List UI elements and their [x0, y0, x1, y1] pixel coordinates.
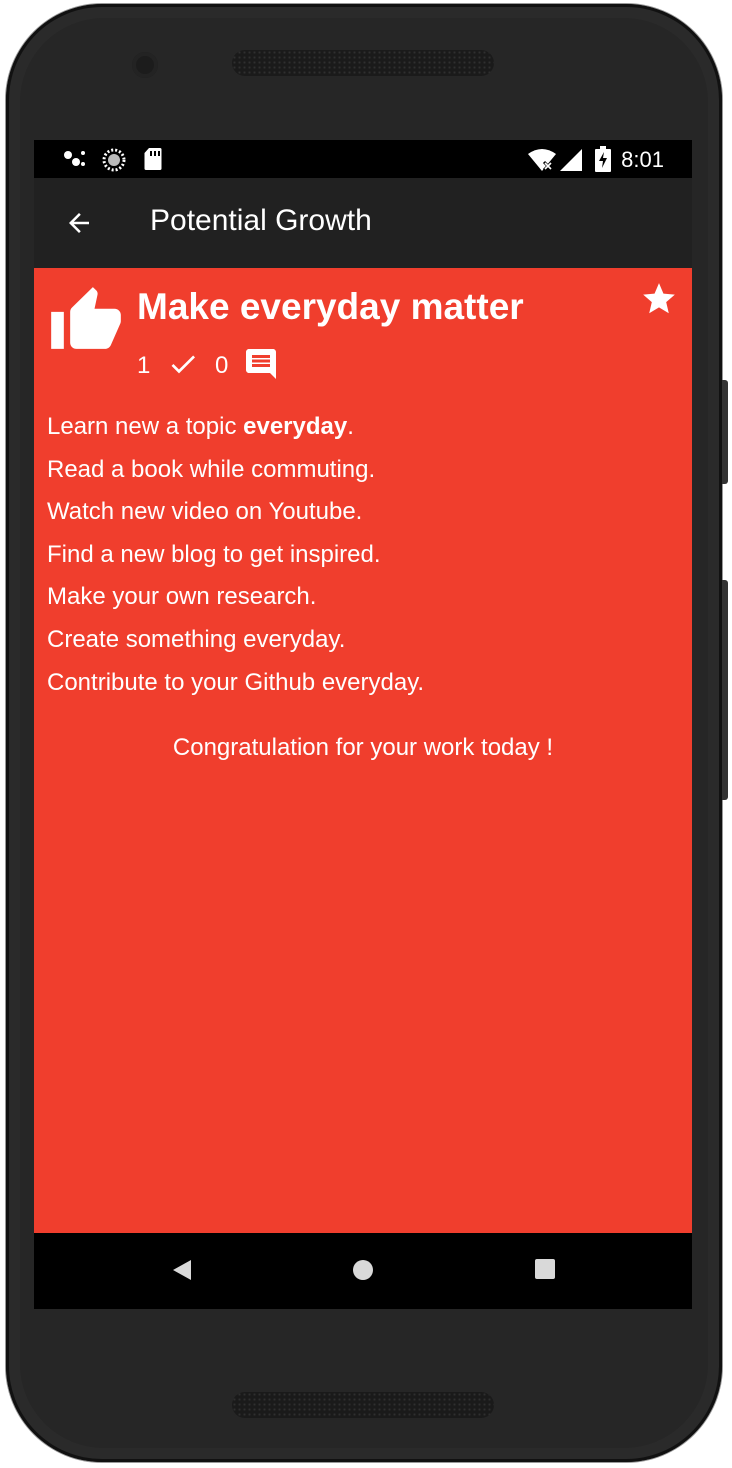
- screen: 8:01 Potential Growth Make everyday matt…: [34, 140, 692, 1309]
- congratulation-message: Congratulation for your work today !: [172, 734, 554, 761]
- wifi-icon: [528, 149, 556, 172]
- description-line: Create something everyday.: [47, 625, 346, 653]
- battery-charging-icon: [595, 146, 611, 172]
- app-bar: Potential Growth: [34, 178, 692, 268]
- top-speaker: [232, 50, 494, 76]
- check-icon: [171, 355, 195, 374]
- description-line: Find a new blog to get inspired.: [47, 540, 381, 568]
- goal-description: Learn new a topic everyday. Read a book …: [47, 406, 424, 704]
- power-button: [722, 380, 728, 484]
- signal-icon: [560, 149, 582, 171]
- comment-icon: [246, 349, 276, 379]
- bottom-speaker: [232, 1392, 494, 1418]
- page-title: Potential Growth: [150, 204, 372, 237]
- description-line: Learn new a topic everyday.: [47, 413, 354, 440]
- home-circle-icon[interactable]: [352, 1259, 374, 1281]
- description-line: Contribute to your Github everyday.: [47, 668, 425, 696]
- arrow-back-icon[interactable]: [64, 208, 94, 238]
- sd-card-icon: [144, 148, 162, 170]
- goal-card: Make everyday matter 1 0 Learn new a top…: [34, 268, 692, 1309]
- volume-button: [722, 580, 728, 800]
- front-camera: [132, 52, 158, 78]
- status-time: 8:01: [621, 147, 664, 172]
- navigation-bar: [34, 1233, 692, 1309]
- status-bar: 8:01: [34, 140, 692, 178]
- notification-dots-icon: [64, 151, 85, 166]
- star-icon[interactable]: [640, 280, 678, 318]
- sync-icon: [102, 148, 126, 172]
- description-line: Make your own research.: [47, 583, 317, 611]
- thumb-up-icon: [51, 287, 121, 349]
- recents-square-icon[interactable]: [535, 1259, 555, 1279]
- completed-count: 1: [137, 352, 151, 379]
- back-triangle-icon[interactable]: [172, 1259, 192, 1281]
- description-line: Watch new video on Youtube.: [47, 498, 363, 526]
- card-title: Make everyday matter: [137, 286, 524, 327]
- comment-count: 0: [215, 352, 229, 379]
- description-line: Read a book while commuting.: [47, 455, 376, 483]
